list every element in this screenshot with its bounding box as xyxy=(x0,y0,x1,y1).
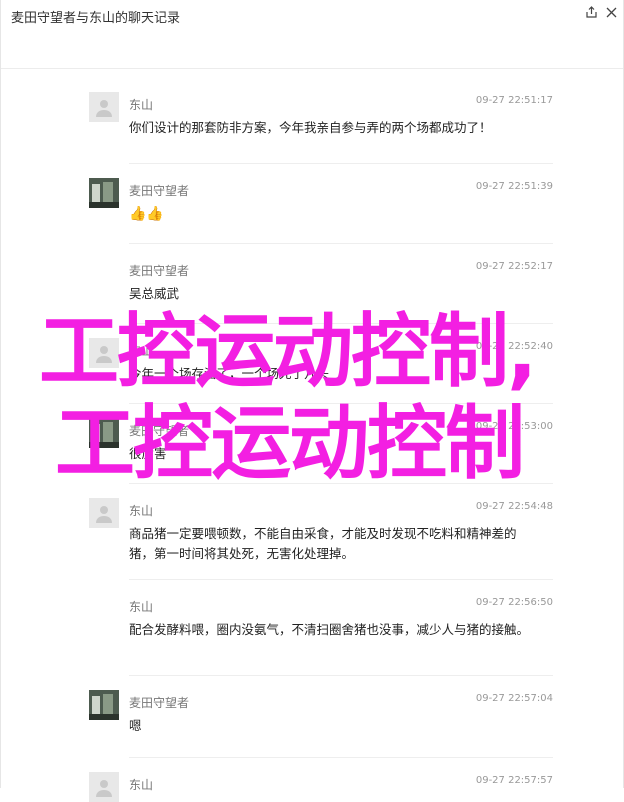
message-time: 09-27 22:51:39 xyxy=(475,181,553,192)
default-avatar-icon[interactable] xyxy=(89,498,119,528)
message-text: 嗯 xyxy=(129,718,142,733)
close-icon[interactable] xyxy=(603,4,619,20)
sender-name: 麦田守望者 xyxy=(129,696,190,710)
user-photo-avatar[interactable] xyxy=(89,690,119,720)
message-item: 东山 09-27 22:51:17 你们设计的那套防非方案，今年我亲自参与弄的两… xyxy=(89,78,553,164)
message-time: 09-27 22:51:17 xyxy=(475,95,553,106)
user-photo-avatar[interactable] xyxy=(89,418,119,448)
sender-name: 麦田守望者 xyxy=(129,184,190,198)
message-item: 麦田守望者 09-27 22:52:17 吴总威武 xyxy=(89,244,553,324)
message-text: 👍👍 xyxy=(129,206,164,222)
message-time: 09-27 22:53:00 xyxy=(475,421,553,432)
sender-name: 东山 xyxy=(129,504,154,518)
title-bar: 麦田守望者与东山的聊天记录 xyxy=(1,0,623,69)
sender-name: 麦田守望者 xyxy=(129,424,190,438)
default-avatar-icon[interactable] xyxy=(89,92,119,122)
message-text: 你们设计的那套防非方案，今年我亲自参与弄的两个场都成功了！ xyxy=(129,120,492,135)
message-item: 麦田守望者 09-27 22:57:04 嗯 xyxy=(89,676,553,758)
message-text: 很厉害 xyxy=(129,446,167,461)
message-time: 09-27 22:52:17 xyxy=(475,261,553,272)
message-item: 东山 09-27 22:52:40 今年一个场存活了，一个场死了几头 xyxy=(89,324,553,404)
message-time: 09-27 22:52:40 xyxy=(475,341,553,352)
sender-name: 东山 xyxy=(129,778,154,792)
message-item: 东山 09-27 22:57:57 xyxy=(89,758,553,802)
message-text: 配合发酵料喂，圈内没氨气，不清扫圈舍猪也没事，减少人与猪的接触。 xyxy=(129,622,530,637)
sender-name: 东山 xyxy=(129,600,154,614)
message-item: 东山 09-27 22:56:50 配合发酵料喂，圈内没氨气，不清扫圈舍猪也没事… xyxy=(89,580,553,676)
user-photo-avatar[interactable] xyxy=(89,178,119,208)
message-text: 吴总威武 xyxy=(129,286,180,301)
message-time: 09-27 22:57:57 xyxy=(475,775,553,786)
sender-name: 东山 xyxy=(129,98,154,112)
sender-name: 麦田守望者 xyxy=(129,264,190,278)
message-time: 09-27 22:54:48 xyxy=(475,501,553,512)
sender-name: 东山 xyxy=(129,344,154,358)
message-text: 今年一个场存活了，一个场死了几头 xyxy=(129,366,330,381)
message-item: 麦田守望者 09-27 22:53:00 很厉害 xyxy=(89,404,553,484)
default-avatar-icon[interactable] xyxy=(89,772,119,802)
default-avatar-icon[interactable] xyxy=(89,338,119,368)
message-time: 09-27 22:56:50 xyxy=(475,597,553,608)
message-item: 东山 09-27 22:54:48 商品猪一定要喂顿数，不能自由采食，才能及时发… xyxy=(89,484,553,580)
message-item: 麦田守望者 09-27 22:51:39 👍👍 xyxy=(89,164,553,244)
message-time: 09-27 22:57:04 xyxy=(475,693,553,704)
message-text: 商品猪一定要喂顿数，不能自由采食，才能及时发现不吃料和精神差的猪，第一时间将其处… xyxy=(129,526,517,561)
chat-history-window: 麦田守望者与东山的聊天记录 东山 09-27 22:51:17 你们设计的那套防… xyxy=(0,0,624,802)
share-icon[interactable] xyxy=(583,4,599,20)
window-title: 麦田守望者与东山的聊天记录 xyxy=(11,11,181,26)
